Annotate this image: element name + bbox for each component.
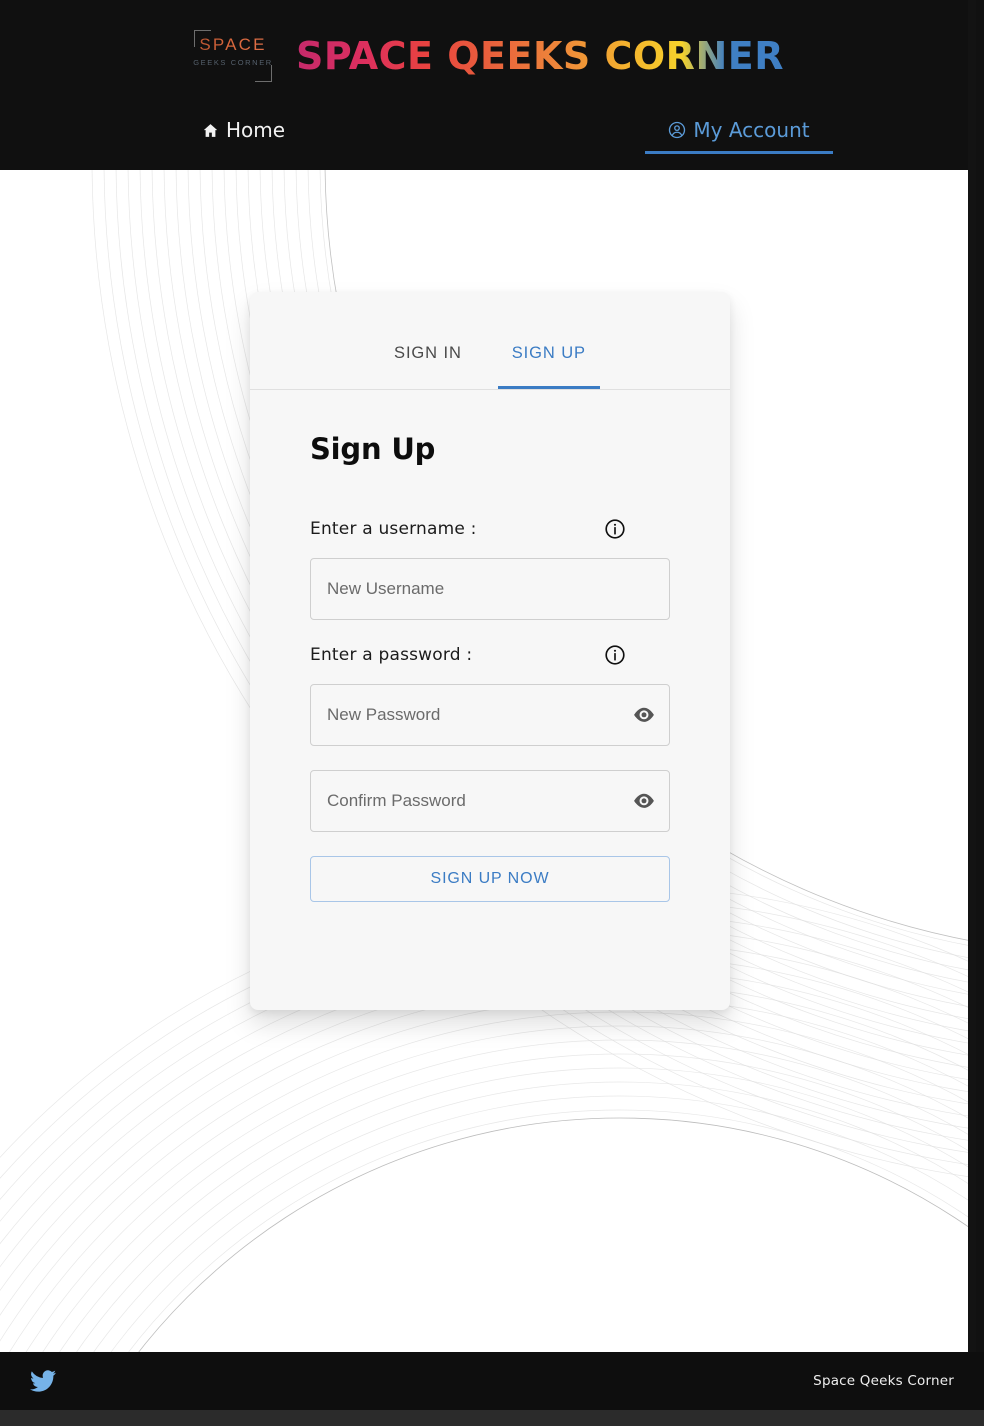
new-password-input[interactable]: New Password xyxy=(310,684,670,746)
bracket-frame-logo-icon: SPACE GEEKS CORNER xyxy=(192,27,274,85)
info-circle-icon[interactable] xyxy=(604,644,626,666)
username-label-row: Enter a username : xyxy=(310,518,670,540)
brand-row: SPACE GEEKS CORNER SPACE QEEKS CORNER xyxy=(0,0,976,106)
tab-sign-up[interactable]: SIGN UP xyxy=(497,344,601,389)
eye-icon[interactable] xyxy=(633,707,655,723)
sign-up-form: Sign Up Enter a username : New Username … xyxy=(250,390,730,902)
nav-item-home-label: Home xyxy=(226,118,286,142)
tab-sign-in[interactable]: SIGN IN xyxy=(380,344,476,389)
bottom-edge-rail xyxy=(0,1410,984,1426)
password-label: Enter a password : xyxy=(310,645,473,665)
confirm-password-input[interactable]: Confirm Password xyxy=(310,770,670,832)
twitter-bird-icon[interactable] xyxy=(30,1370,56,1392)
nav-item-home[interactable]: Home xyxy=(202,118,285,150)
confirm-password-input-placeholder: Confirm Password xyxy=(327,791,466,810)
auth-card: SIGN IN SIGN UP Sign Up Enter a username… xyxy=(250,292,730,1010)
password-label-row: Enter a password : xyxy=(310,644,670,666)
right-edge-rail xyxy=(968,0,976,1410)
logo-bracket-bottom-right xyxy=(255,65,273,82)
auth-tab-bar: SIGN IN SIGN UP xyxy=(250,292,730,390)
sign-up-now-button[interactable]: SIGN UP NOW xyxy=(310,856,670,902)
site-footer: Space Qeeks Corner xyxy=(0,1352,984,1410)
main-nav: Home My Account xyxy=(0,106,976,170)
footer-brand-text: Space Qeeks Corner xyxy=(813,1373,954,1389)
home-icon xyxy=(202,122,219,139)
site-header: SPACE GEEKS CORNER SPACE QEEKS CORNER Ho… xyxy=(0,0,976,170)
logo-subtitle: GEEKS CORNER xyxy=(193,58,273,67)
username-input-placeholder: New Username xyxy=(327,579,445,598)
nav-item-my-account-label: My Account xyxy=(693,118,810,142)
username-label: Enter a username : xyxy=(310,519,477,539)
eye-icon[interactable] xyxy=(633,793,655,809)
logo-word: SPACE xyxy=(192,35,274,55)
account-circle-icon xyxy=(668,121,686,139)
nav-item-my-account[interactable]: My Account xyxy=(645,118,833,154)
page-title: SPACE QEEKS CORNER xyxy=(296,34,784,78)
info-circle-icon[interactable] xyxy=(604,518,626,540)
new-password-input-placeholder: New Password xyxy=(327,705,441,724)
page-root: SPACE GEEKS CORNER SPACE QEEKS CORNER Ho… xyxy=(0,0,976,1410)
form-heading: Sign Up xyxy=(310,432,436,466)
username-input[interactable]: New Username xyxy=(310,558,670,620)
